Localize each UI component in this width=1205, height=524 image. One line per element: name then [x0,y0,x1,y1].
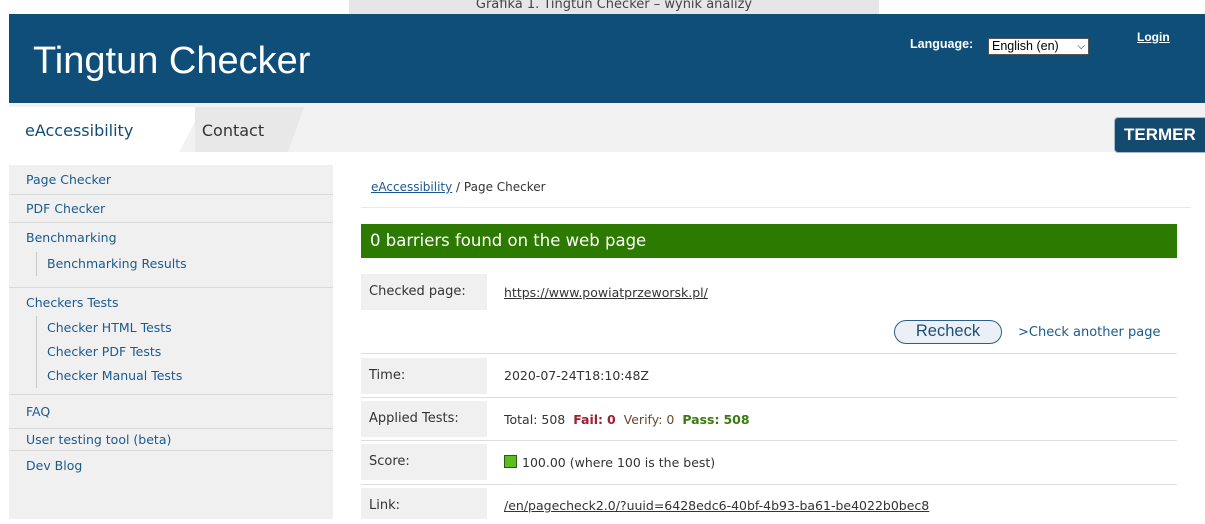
verify-count: 0 [666,412,675,427]
tab-eaccessibility[interactable]: eAccessibility [9,107,179,152]
checked-page-label: Checked page: [361,274,487,310]
breadcrumb: eAccessibility / Page Checker [371,180,546,194]
sidebar-item-dev-blog[interactable]: Dev Blog [9,450,333,480]
applied-tests-label: Applied Tests: [361,401,487,437]
sidebar-item-pdf-checker[interactable]: PDF Checker [9,194,333,222]
tab-contact-edge [288,107,304,152]
sidebar-item-checker-html-tests[interactable]: Checker HTML Tests [9,316,172,340]
row-divider [361,440,1177,441]
check-another-page-link[interactable]: >Check another page [1018,325,1160,340]
score-value-row: 100.00 (where 100 is the best) [504,455,715,470]
login-link[interactable]: Login [1137,30,1170,44]
main-tabs: eAccessibility Contact [9,103,1205,152]
language-select[interactable]: English (en) ⌵ [988,38,1089,55]
row-divider [361,353,1177,354]
tab-eaccessibility-label: eAccessibility [25,121,134,140]
link-label: Link: [361,488,487,519]
sidebar-item-page-checker[interactable]: Page Checker [9,165,333,194]
applied-tests-summary: Total: 508 Fail: 0 Verify: 0 Pass: 508 [504,412,750,427]
score-label: Score: [361,444,487,480]
breadcrumb-divider [361,207,1191,208]
row-divider [361,397,1177,398]
recheck-button[interactable]: Recheck [894,320,1002,344]
breadcrumb-current: Page Checker [463,180,546,194]
verify-label: Verify: [623,412,663,427]
breadcrumb-separator: / [452,180,464,194]
tab-contact[interactable]: Contact [195,107,288,152]
fail-count: 0 [607,412,616,427]
score-indicator-icon [504,455,517,468]
result-banner-text: 0 barriers found on the web page [370,231,647,250]
score-value: 100.00 [522,455,566,470]
chevron-down-icon: ⌵ [1077,41,1085,52]
sidebar-item-faq[interactable]: FAQ [9,394,333,428]
figure-caption: Grafika 1. Tingtun Checker – wynik anali… [349,0,879,14]
sidebar-item-benchmarking-results[interactable]: Benchmarking Results [9,252,187,276]
result-banner: 0 barriers found on the web page [361,224,1177,258]
sidebar-item-checker-pdf-tests[interactable]: Checker PDF Tests [9,340,161,364]
time-value: 2020-07-24T18:10:48Z [504,368,649,383]
score-note: (where 100 is the best) [569,455,716,470]
total-label: Total: [504,412,538,427]
result-permalink[interactable]: /en/pagecheck2.0/?uuid=6428edc6-40bf-4b9… [504,498,929,513]
pass-label: Pass: [682,412,720,427]
termer-button[interactable]: TERMER [1114,117,1205,153]
site-header: Tingtun Checker Language: English (en) ⌵… [9,14,1205,103]
sidebar-item-checker-manual-tests[interactable]: Checker Manual Tests [9,364,182,388]
tab-contact-label: Contact [201,121,265,140]
language-label: Language: [910,37,974,51]
pass-count: 508 [723,412,750,427]
language-select-value: English (en) [992,39,1059,53]
time-label: Time: [361,358,487,394]
checked-page-link[interactable]: https://www.powiatprzeworsk.pl/ [504,285,708,300]
breadcrumb-link-eaccessibility[interactable]: eAccessibility [371,180,452,194]
row-divider [361,484,1177,485]
sidebar: Page Checker PDF Checker Benchmarking Be… [9,165,333,519]
sidebar-item-user-testing-tool[interactable]: User testing tool (beta) [9,428,333,450]
total-count: 508 [541,412,566,427]
site-title[interactable]: Tingtun Checker [33,40,310,83]
fail-label: Fail: [573,412,604,427]
